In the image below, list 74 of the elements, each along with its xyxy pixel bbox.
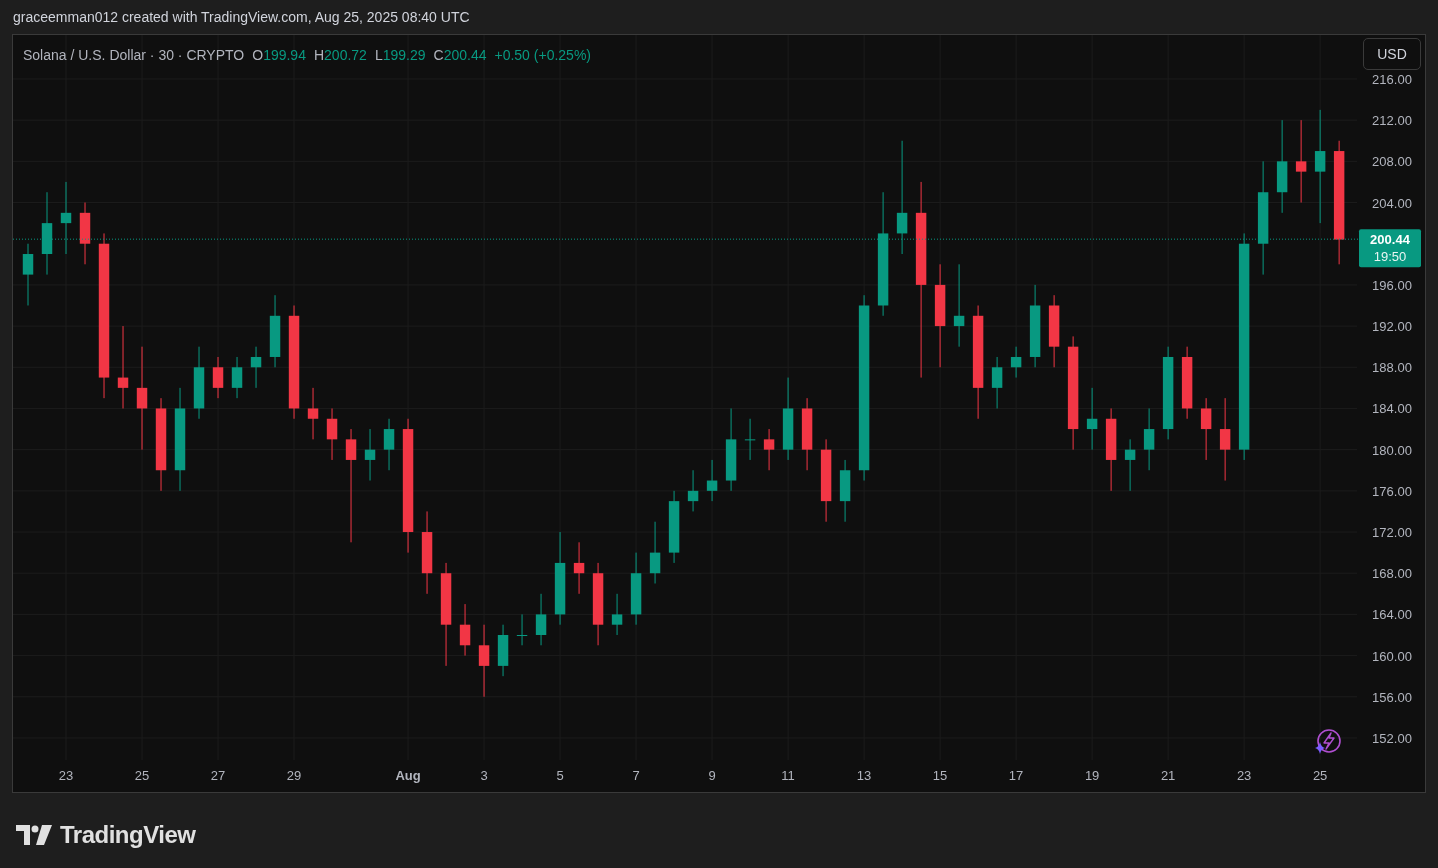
- price-axis-label: 196.00: [1372, 277, 1412, 293]
- price-axis-label: 180.00: [1372, 442, 1412, 458]
- candlestick: [22, 243, 34, 306]
- candlestick: [250, 346, 262, 389]
- candlestick: [1124, 438, 1136, 492]
- candlestick: [687, 469, 699, 512]
- candlestick: [1143, 407, 1155, 471]
- price-axis-label: 160.00: [1372, 648, 1412, 664]
- candlestick: [326, 407, 338, 461]
- price-axis-label: 216.00: [1372, 71, 1412, 87]
- price-axis-label: 208.00: [1372, 154, 1412, 170]
- price-tag: [1359, 229, 1421, 268]
- candlestick: [459, 603, 471, 657]
- candlestick: [1200, 397, 1212, 461]
- time-axis-label: 19: [1084, 768, 1100, 783]
- candlestick: [231, 356, 243, 399]
- candlestick: [535, 593, 547, 646]
- ohlc-value: H200.72: [313, 46, 367, 65]
- lightning-icon[interactable]: [1315, 729, 1341, 754]
- symbol-title: Solana / U.S. Dollar · 30 · CRYPTO: [23, 46, 245, 65]
- candlestick: [573, 541, 585, 595]
- candlestick: [383, 418, 395, 471]
- candlestick: [611, 593, 623, 636]
- candlestick: [763, 428, 775, 471]
- candlestick: [1010, 346, 1022, 379]
- countdown-label: 19:50: [1373, 249, 1407, 265]
- time-axis-label: 13: [856, 768, 872, 783]
- price-label: 200.44: [1370, 232, 1410, 248]
- time-axis-label: 17: [1008, 768, 1024, 783]
- candlestick: [649, 521, 661, 584]
- time-axis-label: 9: [708, 768, 716, 783]
- ohlc-value: O199.94: [252, 46, 306, 65]
- brand-name: TradingView: [60, 820, 196, 850]
- price-axis-label: 184.00: [1372, 401, 1412, 417]
- time-axis-label: 3: [480, 768, 488, 783]
- candlestick: [706, 459, 718, 502]
- time-axis-label: 25: [1312, 768, 1328, 783]
- time-axis-label: Aug: [395, 768, 421, 783]
- time-axis-label: 21: [1160, 768, 1176, 783]
- candlestick: [1086, 387, 1098, 451]
- candlestick: [307, 387, 319, 440]
- time-axis-label: 7: [632, 768, 640, 783]
- candlestick: [839, 459, 851, 523]
- time-axis-label: 23: [1236, 768, 1252, 783]
- time-axis-label: 29: [286, 768, 302, 783]
- price-axis-label: 192.00: [1372, 319, 1412, 335]
- price-axis-label: 176.00: [1372, 483, 1412, 499]
- candlestick: [497, 624, 509, 677]
- time-axis-label: 23: [58, 768, 74, 783]
- candlestick: [516, 613, 528, 646]
- price-axis-label: 156.00: [1372, 689, 1412, 705]
- candlestick: [991, 356, 1003, 409]
- price-axis-label: 152.00: [1372, 730, 1412, 746]
- price-change: +0.50 (+0.25%): [494, 46, 591, 65]
- currency-button[interactable]: USD: [1363, 38, 1421, 70]
- ohlc-value: C200.44: [433, 46, 487, 65]
- candlestick: [212, 356, 224, 399]
- brand-logo-icon: [16, 825, 52, 845]
- price-axis-label: 168.00: [1372, 566, 1412, 582]
- time-axis-label: 11: [781, 768, 795, 783]
- time-axis-label: 27: [210, 768, 226, 783]
- price-axis-label: 172.00: [1372, 525, 1412, 541]
- snapshot-caption: graceemman012 created with TradingView.com, Aug 25, 2025 08:40 UTC: [13, 7, 470, 27]
- ohlc-value: L199.29: [374, 46, 426, 65]
- time-axis-label: 25: [134, 768, 150, 783]
- candlestick: [744, 418, 756, 461]
- time-axis-label: 15: [932, 768, 948, 783]
- price-axis-label: 204.00: [1372, 195, 1412, 211]
- price-axis-label: 212.00: [1372, 113, 1412, 129]
- candlestick: [364, 428, 376, 482]
- time-axis-label: 5: [556, 768, 564, 783]
- price-axis-label: 188.00: [1372, 360, 1412, 376]
- price-axis-label: 164.00: [1372, 607, 1412, 623]
- candlestick: [79, 202, 91, 265]
